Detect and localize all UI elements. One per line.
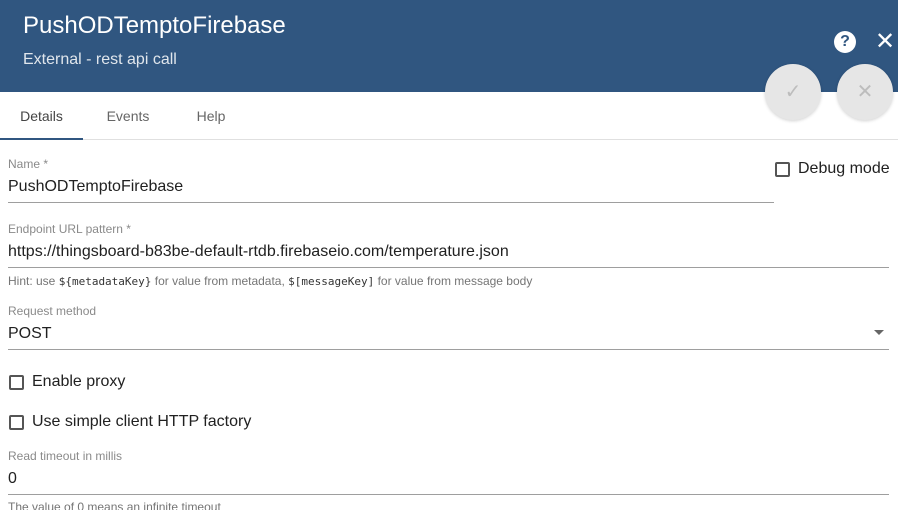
endpoint-label: Endpoint URL pattern * <box>8 222 131 236</box>
endpoint-hint: Hint: use ${metadataKey} for value from … <box>8 274 532 288</box>
node-title: PushODTemptoFirebase <box>23 12 286 39</box>
dropdown-arrow-icon[interactable] <box>874 330 884 335</box>
endpoint-url-input[interactable]: https://thingsboard-b83be-default-rtdb.f… <box>8 243 509 261</box>
debug-mode-checkbox[interactable] <box>775 162 790 177</box>
tab-bar: Details Events Help <box>0 92 898 140</box>
rule-node-dialog: PushODTemptoFirebase External - rest api… <box>0 0 898 510</box>
simple-client-label: Use simple client HTTP factory <box>32 413 252 430</box>
tab-events[interactable]: Events <box>83 92 173 140</box>
debug-mode-label: Debug mode <box>798 160 890 177</box>
close-icon[interactable]: ✕ <box>874 30 896 54</box>
method-underline <box>8 349 889 350</box>
hint-metadata-key: ${metadataKey} <box>58 275 152 288</box>
enable-proxy-label: Enable proxy <box>32 373 126 390</box>
timeout-hint: The value of 0 means an infinite timeout <box>8 500 221 510</box>
name-label: Name * <box>8 157 49 171</box>
timeout-label: Read timeout in millis <box>8 449 123 463</box>
method-label: Request method <box>8 304 97 318</box>
hint-middle: for value from metadata, <box>151 274 289 288</box>
tab-help[interactable]: Help <box>173 92 249 140</box>
endpoint-underline <box>8 267 889 268</box>
node-type-subtitle: External - rest api call <box>23 51 177 68</box>
hint-message-key: $[messageKey] <box>288 275 375 288</box>
hint-suffix: for value from message body <box>374 274 533 288</box>
request-method-select[interactable]: POST <box>8 325 52 343</box>
hint-prefix: Hint: use <box>8 274 59 288</box>
enable-proxy-checkbox[interactable] <box>9 375 24 390</box>
name-input[interactable]: PushODTemptoFirebase <box>8 178 183 196</box>
tab-details[interactable]: Details <box>0 92 83 140</box>
dialog-header: PushODTemptoFirebase External - rest api… <box>0 0 898 92</box>
help-icon[interactable]: ? <box>834 31 856 53</box>
timeout-underline <box>8 494 889 495</box>
name-underline <box>8 202 774 203</box>
read-timeout-input[interactable]: 0 <box>8 470 17 488</box>
simple-client-checkbox[interactable] <box>9 415 24 430</box>
